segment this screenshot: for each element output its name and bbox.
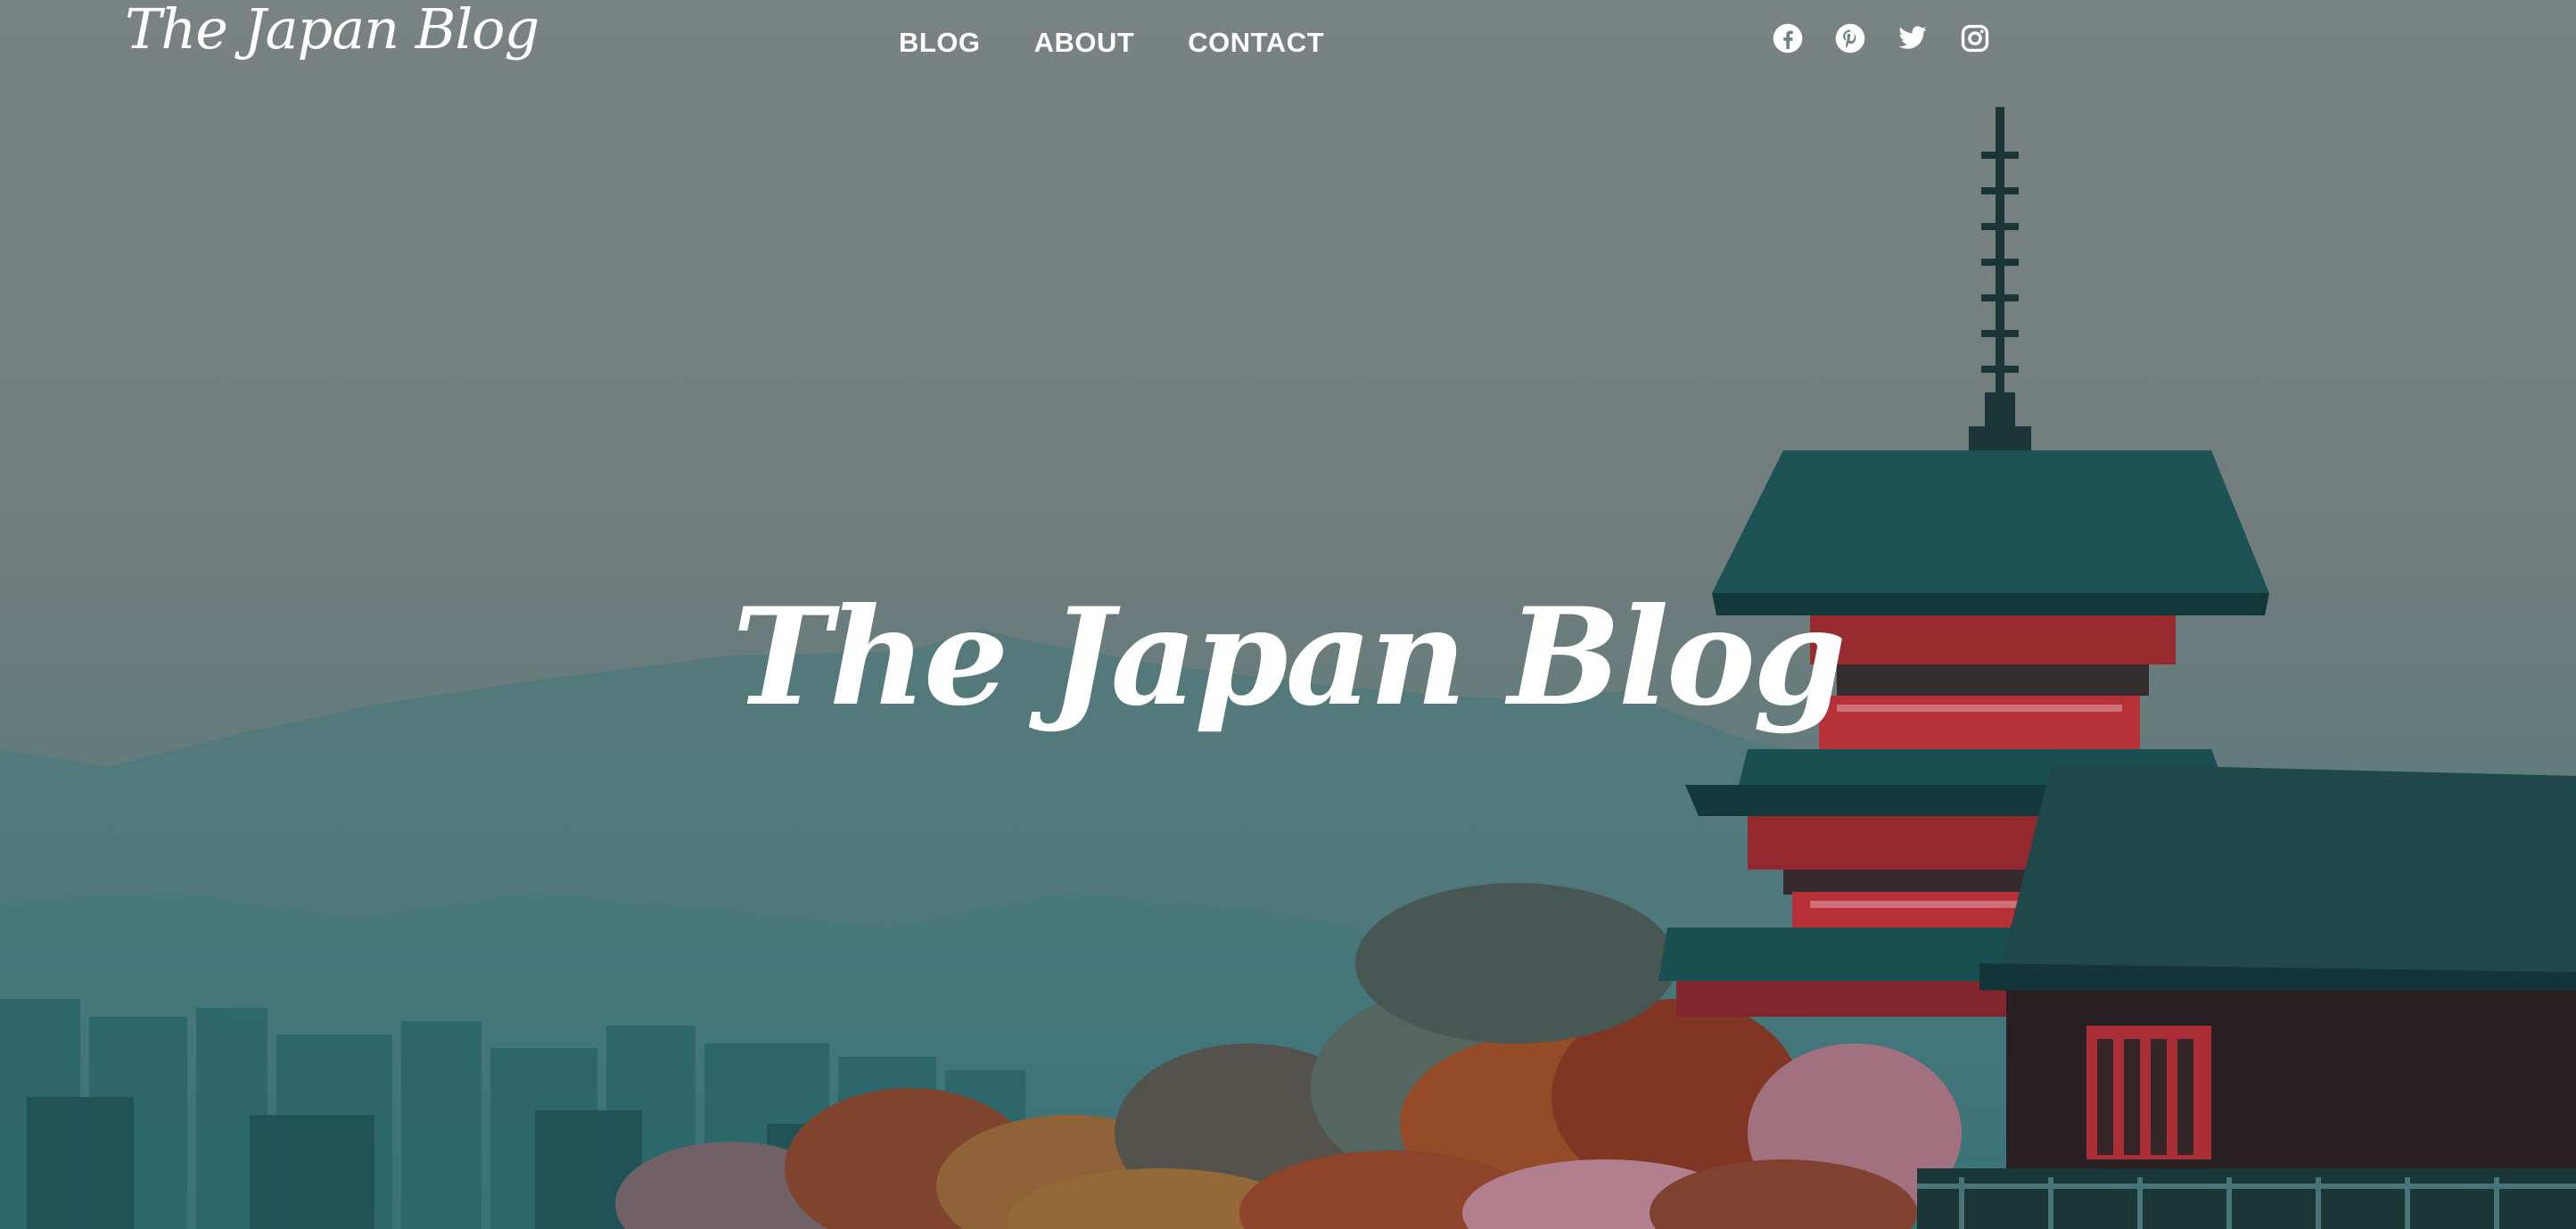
hero-title: The Japan Blog: [732, 578, 1847, 736]
nav-item-blog[interactable]: BLOG: [899, 27, 981, 59]
main-nav: BLOG ABOUT CONTACT: [899, 27, 1324, 59]
top-navigation-bar: The Japan Blog BLOG ABOUT CONTACT: [0, 0, 2576, 82]
hero-section: The Japan Blog BLOG ABOUT CONTACT The Ja…: [0, 0, 2576, 1229]
nav-item-about[interactable]: ABOUT: [1034, 27, 1135, 59]
nav-item-contact[interactable]: CONTACT: [1188, 27, 1324, 59]
facebook-icon[interactable]: [1773, 23, 1803, 54]
twitter-icon[interactable]: [1897, 23, 1928, 54]
social-links: [1773, 23, 1990, 54]
instagram-icon[interactable]: [1960, 23, 1990, 54]
pinterest-icon[interactable]: [1835, 23, 1865, 54]
site-logo[interactable]: The Japan Blog: [125, 0, 539, 62]
